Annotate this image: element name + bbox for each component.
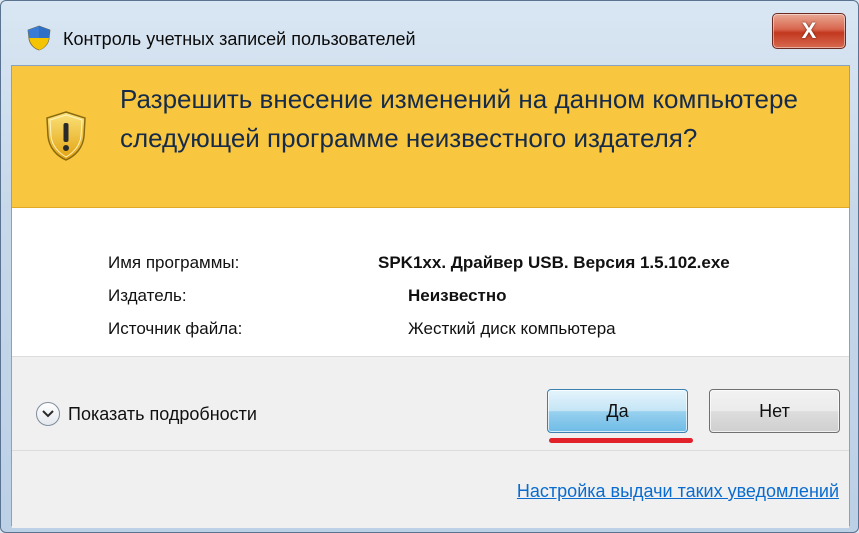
program-name-value: SPK1xx. Драйвер USB. Версия 1.5.102.exe — [378, 253, 730, 272]
footer-divider — [12, 450, 849, 451]
title-bar[interactable]: Контроль учетных записей пользователей X — [1, 1, 858, 65]
uac-shield-icon — [27, 25, 51, 51]
warning-shield-icon — [44, 110, 88, 162]
file-source-value: Жесткий диск компьютера — [408, 319, 616, 338]
program-name-row: Имя программы: SPK1xx. Драйвер USB. Верс… — [108, 253, 848, 283]
file-source-row: Источник файла: Жесткий диск компьютера — [108, 319, 848, 349]
show-details-label[interactable]: Показать подробности — [68, 404, 257, 425]
window-title: Контроль учетных записей пользователей — [63, 29, 416, 49]
no-button[interactable]: Нет — [709, 389, 840, 433]
dialog-content: Разрешить внесение изменений на данном к… — [11, 65, 850, 528]
highlight-underline — [549, 438, 693, 443]
publisher-label: Издатель: — [108, 286, 187, 305]
publisher-row: Издатель: Неизвестно — [108, 286, 848, 316]
uac-dialog: Контроль учетных записей пользователей X — [0, 0, 859, 533]
show-details-toggle[interactable]: Показать подробности — [36, 400, 257, 428]
program-name-label: Имя программы: — [108, 253, 240, 272]
notification-settings-link[interactable]: Настройка выдачи таких уведомлений — [517, 481, 839, 502]
dialog-footer: Показать подробности Да Нет Настройка вы… — [12, 356, 849, 528]
close-icon: X — [801, 18, 817, 43]
close-button[interactable]: X — [772, 13, 846, 49]
chevron-down-icon[interactable] — [36, 402, 60, 426]
file-source-label: Источник файла: — [108, 319, 243, 338]
publisher-value: Неизвестно — [408, 286, 507, 305]
yes-button[interactable]: Да — [547, 389, 688, 433]
warning-banner: Разрешить внесение изменений на данном к… — [12, 66, 849, 208]
uac-question: Разрешить внесение изменений на данном к… — [120, 84, 798, 153]
